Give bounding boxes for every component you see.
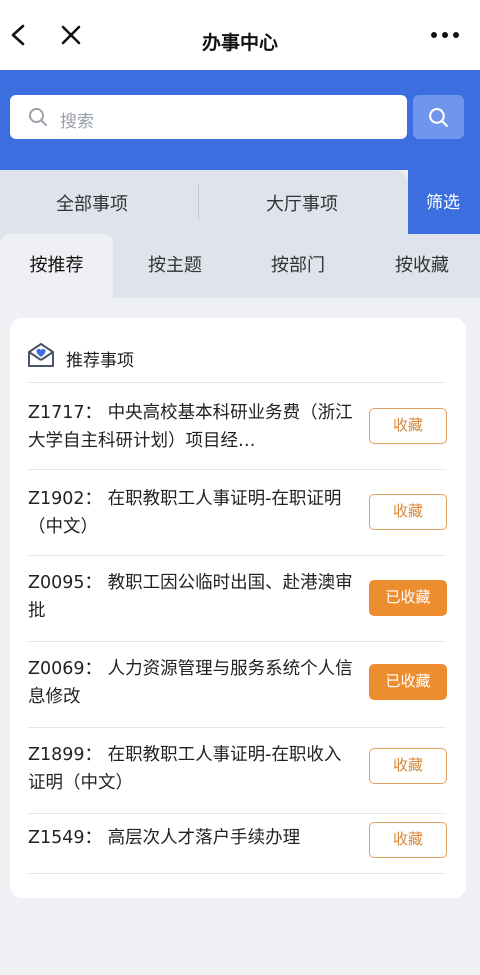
filter-button[interactable]: 筛选 [408, 170, 480, 234]
favorited-button[interactable]: 已收藏 [369, 664, 447, 700]
recommend-heart-icon [28, 343, 54, 367]
list-item[interactable]: Z1549： 高层次人才落户手续办理 收藏 [10, 814, 466, 874]
page-title: 办事中心 [201, 32, 278, 54]
tab-by-topic[interactable]: 按主题 [120, 234, 230, 298]
item-title: Z0069： 人力资源管理与服务系统个人信息修改 [28, 659, 353, 707]
favorite-button[interactable]: 收藏 [369, 822, 447, 858]
category-tabs: 全部事项 大厅事项 筛选 [0, 170, 480, 234]
list-item[interactable]: Z1902： 在职教职工人事证明-在职证明（中文） 收藏 [10, 470, 466, 556]
tab-by-recommend[interactable]: 按推荐 [0, 234, 113, 298]
filter-label: 筛选 [426, 193, 460, 213]
list-item[interactable]: Z1899： 在职教职工人事证明-在职收入证明（中文） 收藏 [10, 728, 466, 814]
tab-hall-items[interactable]: 大厅事项 [266, 190, 338, 216]
search-placeholder: 搜索 [60, 112, 94, 132]
item-title: Z1549： 高层次人才落户手续办理 [28, 828, 301, 848]
divider [28, 382, 446, 383]
card-header: 推荐事项 [10, 318, 466, 384]
search-area: 搜索 [0, 70, 480, 170]
divider [28, 873, 446, 874]
recommended-items-card: 推荐事项 Z1717： 中央高校基本科研业务费（浙江大学自主科研计划）项目经… … [10, 318, 466, 898]
card-title: 推荐事项 [66, 351, 134, 371]
list-item[interactable]: Z0069： 人力资源管理与服务系统个人信息修改 已收藏 [10, 642, 466, 728]
tab-divider [198, 184, 199, 220]
tab-by-favorites[interactable]: 按收藏 [367, 234, 477, 298]
more-icon[interactable] [430, 30, 460, 40]
favorite-button[interactable]: 收藏 [369, 748, 447, 784]
list-item[interactable]: Z1717： 中央高校基本科研业务费（浙江大学自主科研计划）项目经… 收藏 [10, 384, 466, 470]
search-button[interactable] [413, 95, 464, 139]
search-icon [429, 108, 448, 127]
tab-all-items[interactable]: 全部事项 [56, 190, 128, 216]
sort-tabs: 按推荐 按主题 按部门 按收藏 [0, 234, 480, 298]
list-item[interactable]: Z0095： 教职工因公临时出国、赴港澳审批 已收藏 [10, 556, 466, 642]
favorite-button[interactable]: 收藏 [369, 408, 447, 444]
favorited-button[interactable]: 已收藏 [369, 580, 447, 616]
category-tab-bar: 全部事项 大厅事项 [0, 170, 408, 234]
nav-bar: 办事中心 [0, 0, 480, 70]
tab-by-department[interactable]: 按部门 [243, 234, 353, 298]
item-title: Z1902： 在职教职工人事证明-在职证明（中文） [28, 489, 342, 537]
item-title: Z1717： 中央高校基本科研业务费（浙江大学自主科研计划）项目经… [28, 403, 353, 451]
search-input[interactable]: 搜索 [10, 95, 407, 139]
search-icon [29, 108, 47, 126]
item-title: Z1899： 在职教职工人事证明-在职收入证明（中文） [28, 745, 342, 793]
favorite-button[interactable]: 收藏 [369, 494, 447, 530]
item-title: Z0095： 教职工因公临时出国、赴港澳审批 [28, 573, 353, 621]
